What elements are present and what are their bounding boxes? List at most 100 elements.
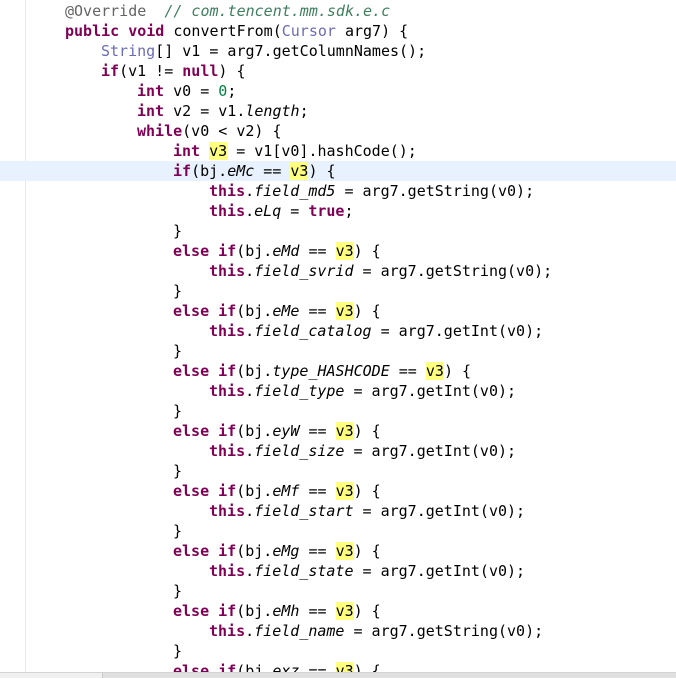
- code-text: .: [245, 442, 255, 460]
- code-keyword: int: [137, 82, 165, 100]
- code-text: .: [245, 322, 255, 340]
- code-text: = arg7.getInt(v0);: [344, 442, 517, 460]
- code-line[interactable]: }: [0, 581, 676, 601]
- code-text: ) {: [353, 602, 381, 620]
- code-keyword: else: [173, 242, 210, 260]
- code-annotation: @Override: [65, 2, 147, 20]
- code-keyword: else: [173, 602, 210, 620]
- code-keyword: this: [209, 502, 246, 520]
- code-text: }: [173, 342, 183, 360]
- code-type: Cursor: [281, 22, 336, 40]
- code-text: v0 =: [164, 82, 219, 100]
- code-text: ==: [254, 162, 291, 180]
- code-line[interactable]: else if(bj.eMh == v3) {: [0, 601, 676, 621]
- code-keyword: else: [173, 482, 210, 500]
- code-line[interactable]: else if(bj.type_HASHCODE == v3) {: [0, 361, 676, 381]
- scrollbar-thumb[interactable]: [102, 673, 676, 678]
- code-keyword: null: [182, 62, 219, 80]
- code-line[interactable]: if(v1 != null) {: [0, 61, 676, 81]
- code-line-current[interactable]: if(bj.eMc == v3) {: [0, 161, 676, 181]
- code-editor[interactable]: @Override // com.tencent.mm.sdk.e.c publi…: [0, 0, 676, 678]
- code-occurrence-highlight: v3: [335, 422, 354, 440]
- code-text: ==: [299, 482, 336, 500]
- code-text: ;: [299, 102, 309, 120]
- code-line[interactable]: while(v0 < v2) {: [0, 121, 676, 141]
- code-text: }: [173, 222, 183, 240]
- code-text: .: [245, 182, 255, 200]
- code-line[interactable]: else if(bj.eMd == v3) {: [0, 241, 676, 261]
- code-line[interactable]: }: [0, 461, 676, 481]
- code-line[interactable]: this.field_name = arg7.getString(v0);: [0, 621, 676, 641]
- code-text: convertFrom(: [164, 22, 282, 40]
- code-line[interactable]: this.field_start = arg7.getInt(v0);: [0, 501, 676, 521]
- code-text: }: [173, 282, 183, 300]
- code-line[interactable]: int v0 = 0;: [0, 81, 676, 101]
- code-text: ) {: [353, 302, 381, 320]
- code-text: (v1 !=: [119, 62, 183, 80]
- code-field: field_svrid: [254, 262, 354, 280]
- code-line[interactable]: public void convertFrom(Cursor arg7) {: [0, 21, 676, 41]
- code-field: field_start: [254, 502, 354, 520]
- code-text: = arg7.getInt(v0);: [371, 322, 544, 340]
- code-text: = v1[v0].hashCode();: [227, 142, 417, 160]
- code-keyword: this: [209, 322, 246, 340]
- code-line[interactable]: }: [0, 521, 676, 541]
- code-keyword: this: [209, 562, 246, 580]
- code-text: ==: [299, 422, 336, 440]
- code-text: = arg7.getString(v0);: [353, 262, 553, 280]
- code-text: .: [245, 622, 255, 640]
- code-occurrence-highlight: v3: [335, 602, 354, 620]
- code-line[interactable]: else if(bj.eMf == v3) {: [0, 481, 676, 501]
- code-line[interactable]: this.field_catalog = arg7.getInt(v0);: [0, 321, 676, 341]
- code-line[interactable]: }: [0, 221, 676, 241]
- code-field: field_state: [254, 562, 354, 580]
- code-keyword: int: [173, 142, 201, 160]
- code-field: field_md5: [254, 182, 336, 200]
- code-text: ;: [344, 202, 354, 220]
- code-keyword: if: [218, 602, 237, 620]
- code-line[interactable]: @Override // com.tencent.mm.sdk.e.c: [0, 1, 676, 21]
- code-comment: // com.tencent.mm.sdk.e.c: [164, 2, 391, 20]
- code-keyword: if: [218, 362, 237, 380]
- code-keyword: if: [173, 162, 192, 180]
- code-line[interactable]: else if(bj.eMe == v3) {: [0, 301, 676, 321]
- code-type: String: [101, 42, 156, 60]
- code-line[interactable]: int v2 = v1.length;: [0, 101, 676, 121]
- code-text: (bj.: [191, 162, 228, 180]
- code-line[interactable]: else if(bj.eyW == v3) {: [0, 421, 676, 441]
- code-line[interactable]: }: [0, 641, 676, 661]
- code-line[interactable]: }: [0, 281, 676, 301]
- code-text: ) {: [218, 62, 246, 80]
- code-keyword: else: [173, 422, 210, 440]
- code-line[interactable]: }: [0, 401, 676, 421]
- code-text: ) {: [353, 422, 381, 440]
- code-occurrence-highlight: v3: [335, 482, 354, 500]
- code-line[interactable]: this.field_size = arg7.getInt(v0);: [0, 441, 676, 461]
- code-field: length: [245, 102, 300, 120]
- code-text: (v0 < v2) {: [182, 122, 282, 140]
- code-line[interactable]: this.field_svrid = arg7.getString(v0);: [0, 261, 676, 281]
- code-field: field_size: [254, 442, 345, 460]
- code-keyword: else: [173, 302, 210, 320]
- code-text: .: [245, 262, 255, 280]
- code-line[interactable]: this.field_state = arg7.getInt(v0);: [0, 561, 676, 581]
- horizontal-scrollbar[interactable]: [0, 672, 676, 678]
- code-line[interactable]: this.field_md5 = arg7.getString(v0);: [0, 181, 676, 201]
- code-occurrence-highlight: v3: [335, 542, 354, 560]
- code-keyword: true: [308, 202, 345, 220]
- code-text: ) {: [353, 542, 381, 560]
- code-line[interactable]: String[] v1 = arg7.getColumnNames();: [0, 41, 676, 61]
- code-line[interactable]: }: [0, 341, 676, 361]
- code-line[interactable]: this.eLq = true;: [0, 201, 676, 221]
- code-text: .: [245, 202, 255, 220]
- code-keyword: int: [137, 102, 165, 120]
- code-line[interactable]: int v3 = v1[v0].hashCode();: [0, 141, 676, 161]
- code-line[interactable]: this.field_type = arg7.getInt(v0);: [0, 381, 676, 401]
- code-keyword: if: [218, 242, 237, 260]
- code-number: 0: [218, 82, 228, 100]
- code-line[interactable]: else if(bj.eMg == v3) {: [0, 541, 676, 561]
- code-text: .: [245, 502, 255, 520]
